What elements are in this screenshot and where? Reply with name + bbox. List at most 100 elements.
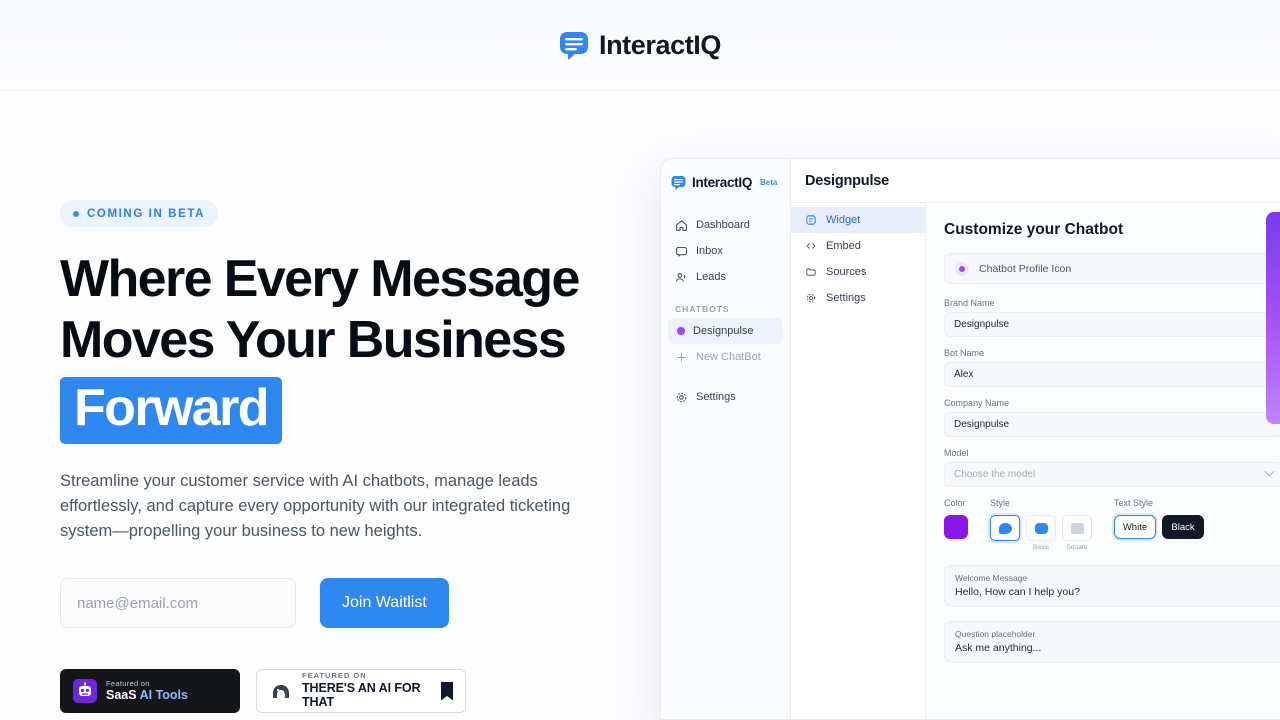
tab-sources[interactable]: Sources bbox=[791, 259, 925, 285]
panel-title: Customize your Chatbot bbox=[944, 221, 1124, 238]
style-choice-rounded[interactable] bbox=[990, 515, 1020, 541]
sidebar-item-label: Designpulse bbox=[693, 325, 754, 337]
sidebar-item-designpulse[interactable]: Designpulse bbox=[668, 318, 783, 344]
tab-label: Settings bbox=[826, 292, 866, 304]
badge-text: FEATURED ON THERE'S AN AI FOR THAT bbox=[302, 671, 432, 710]
sidebar-item-label: Inbox bbox=[696, 245, 723, 257]
beta-badge: Beta bbox=[760, 178, 778, 187]
field-label: Company Name bbox=[944, 398, 1010, 408]
bot-name-input[interactable]: Alex bbox=[944, 362, 1280, 387]
dot-icon bbox=[73, 210, 79, 217]
sidebar-item-dashboard[interactable]: Dashboard bbox=[668, 212, 783, 238]
appearance-options: Color Style Basic Square Text Style Whit… bbox=[944, 498, 1280, 551]
headline-highlight: Forward bbox=[60, 377, 282, 444]
style-choice-square[interactable] bbox=[1062, 515, 1092, 541]
text-style-label: Text Style bbox=[1114, 498, 1154, 508]
color-option: Color bbox=[944, 498, 968, 551]
color-label: Color bbox=[944, 498, 966, 508]
avatar bbox=[955, 261, 969, 276]
plus-icon bbox=[675, 351, 688, 364]
robot-icon bbox=[73, 679, 97, 703]
chatbot-profile-icon-row[interactable]: Chatbot Profile Icon bbox=[944, 253, 1280, 284]
app-brand[interactable]: InteractIQ Beta bbox=[661, 159, 790, 190]
sidebar-item-label: Leads bbox=[696, 271, 726, 283]
profile-row-label: Chatbot Profile Icon bbox=[979, 262, 1072, 275]
badge-top-text: FEATURED ON bbox=[302, 671, 367, 681]
sidebar-item-label: Dashboard bbox=[696, 219, 750, 231]
headline-line-1: Where Every Message bbox=[60, 250, 580, 308]
code-icon bbox=[805, 240, 818, 253]
sidebar-item-settings[interactable]: Settings bbox=[668, 384, 783, 410]
tab-widget[interactable]: Widget bbox=[791, 207, 925, 233]
style-choice-square-wrap: Square bbox=[1062, 515, 1092, 551]
style-choices: Basic Square bbox=[990, 515, 1092, 551]
app-topbar: Designpulse bbox=[791, 159, 1280, 203]
welcome-message-card[interactable]: Welcome Message Hello, How can I help yo… bbox=[944, 565, 1280, 607]
text-style-option: Text Style White Black bbox=[1114, 498, 1204, 551]
page-title: Where Every Message Moves Your Business … bbox=[60, 249, 680, 444]
field-model: Model Choose the model bbox=[944, 448, 1280, 487]
badge-saas-ai-tools[interactable]: Featured on SaaS AI Tools bbox=[60, 669, 240, 713]
badge-main-label: SaaS bbox=[106, 688, 137, 703]
text-style-white[interactable]: White bbox=[1114, 515, 1156, 539]
gear-icon bbox=[675, 391, 688, 404]
headline-line-2: Moves Your Business bbox=[60, 311, 567, 369]
sidebar-item-label: New ChatBot bbox=[696, 351, 761, 363]
app-subnav: Widget Embed Sources Settings bbox=[791, 203, 926, 719]
gear-icon bbox=[805, 292, 818, 305]
brand-name-input[interactable]: Designpulse bbox=[944, 312, 1280, 337]
style-option: Style Basic Square bbox=[990, 498, 1092, 551]
badge-text: Featured on SaaS AI Tools bbox=[106, 679, 188, 703]
tab-label: Sources bbox=[826, 266, 867, 278]
chat-bubble-logo-icon bbox=[559, 30, 589, 60]
app-nav: Dashboard Inbox Leads CHATBOTS Designpul… bbox=[661, 212, 790, 410]
widget-icon bbox=[805, 214, 818, 227]
join-waitlist-button[interactable]: Join Waitlist bbox=[320, 578, 449, 628]
tab-embed[interactable]: Embed bbox=[791, 233, 925, 259]
badge-accent-label: AI Tools bbox=[139, 688, 188, 703]
app-sidebar: InteractIQ Beta Dashboard Inbox Leads CH… bbox=[661, 159, 791, 719]
sidebar-item-new-chatbot[interactable]: New ChatBot bbox=[668, 344, 783, 370]
inbox-icon bbox=[675, 245, 688, 258]
sidebar-item-inbox[interactable]: Inbox bbox=[668, 238, 783, 264]
sidebar-item-leads[interactable]: Leads bbox=[668, 264, 783, 290]
site-header: InteractIQ bbox=[0, 0, 1280, 90]
field-brand-name: Brand Name Designpulse bbox=[944, 298, 1280, 337]
email-field[interactable] bbox=[60, 578, 296, 628]
style-caption: Square bbox=[1066, 544, 1088, 551]
badge-main-text: THERE'S AN AI FOR THAT bbox=[302, 680, 421, 710]
elephant-icon bbox=[269, 679, 293, 703]
sidebar-item-label: Settings bbox=[696, 391, 736, 403]
question-placeholder-value: Ask me anything... bbox=[955, 642, 1042, 654]
app-brand-name: InteractIQ bbox=[692, 175, 753, 190]
customize-panel: Customize your Chatbot Chatbot Profile I… bbox=[926, 203, 1280, 719]
chatbot-dot-icon bbox=[677, 327, 685, 335]
style-choice-rounded-wrap bbox=[990, 515, 1020, 544]
text-style-black[interactable]: Black bbox=[1162, 515, 1204, 539]
bookmark-icon bbox=[441, 681, 453, 701]
color-swatch[interactable] bbox=[944, 515, 968, 539]
company-name-input[interactable]: Designpulse bbox=[944, 412, 1280, 437]
brand-logo[interactable]: InteractIQ bbox=[559, 30, 721, 61]
badge-main-text: SaaS AI Tools bbox=[106, 688, 188, 702]
bubble-basic-icon bbox=[1034, 522, 1048, 534]
tab-settings[interactable]: Settings bbox=[791, 285, 925, 311]
purple-gradient-strip bbox=[1266, 212, 1280, 424]
waitlist-form: Join Waitlist bbox=[60, 578, 449, 628]
model-select[interactable]: Choose the model bbox=[944, 462, 1280, 487]
tab-label: Embed bbox=[826, 240, 861, 252]
home-icon bbox=[675, 219, 688, 232]
badge-theres-an-ai-for-that[interactable]: FEATURED ON THERE'S AN AI FOR THAT bbox=[256, 669, 466, 713]
text-style-choices: White Black bbox=[1114, 515, 1204, 539]
featured-badges: Featured on SaaS AI Tools FEATURED ON TH… bbox=[60, 669, 466, 713]
bubble-square-icon bbox=[1070, 522, 1084, 534]
question-placeholder-label: Question placeholder bbox=[955, 629, 1036, 639]
style-choice-basic[interactable] bbox=[1026, 515, 1056, 541]
question-placeholder-card[interactable]: Question placeholder Ask me anything... bbox=[944, 621, 1280, 663]
landing-page: InteractIQ COMING IN BETA Where Every Me… bbox=[0, 0, 1280, 720]
field-company-name: Company Name Designpulse bbox=[944, 398, 1280, 437]
app-page-title: Designpulse bbox=[805, 172, 890, 189]
welcome-message-value: Hello, How can I help you? bbox=[955, 586, 1080, 598]
hero-section: COMING IN BETA Where Every Message Moves… bbox=[60, 200, 680, 544]
hero-subheadline: Streamline your customer service with AI… bbox=[60, 472, 571, 540]
